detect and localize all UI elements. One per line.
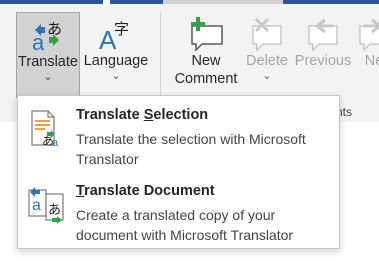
svg-text:あ: あ (48, 203, 61, 218)
new-comment-label-1: New (191, 53, 221, 69)
delete-comment-button[interactable]: Delete ⌄ (242, 12, 292, 98)
menu-item-translate-selection[interactable]: あ a Translate Selection Translate the se… (18, 98, 339, 168)
chevron-down-icon: ⌄ (111, 70, 121, 82)
translate-document-icon: a あ (28, 187, 64, 224)
translate-dropdown-menu: あ a Translate Selection Translate the se… (17, 95, 340, 249)
next-label: Ne (364, 53, 379, 69)
chevron-down-icon: ⌄ (262, 70, 272, 82)
previous-comment-button[interactable]: Previous (292, 12, 354, 98)
translate-label: Translate (18, 54, 78, 70)
next-comment-icon (359, 18, 379, 52)
language-button[interactable]: A 字 Language ⌄ (83, 12, 149, 98)
svg-text:あ: あ (47, 20, 62, 38)
translate-selection-title: Translate Selection (76, 107, 209, 123)
language-icon: A 字 (99, 20, 129, 52)
chevron-down-icon: ⌄ (43, 71, 53, 83)
previous-label: Previous (294, 53, 352, 69)
delete-comment-icon (252, 17, 282, 52)
translate-document-title: Translate Document (76, 183, 215, 199)
new-comment-icon (191, 17, 223, 52)
new-comment-label-2: Comment (174, 71, 238, 87)
translate-selection-icon: あ a (31, 110, 59, 148)
translate-button[interactable]: a あ Translate ⌄ (16, 12, 80, 98)
svg-text:字: 字 (114, 20, 129, 38)
translate-selection-description: Translate the selection with Microsoft T… (76, 131, 306, 167)
svg-text:a: a (32, 197, 41, 214)
previous-comment-icon (308, 18, 338, 52)
new-comment-button[interactable]: New Comment (170, 12, 242, 98)
svg-text:a: a (52, 137, 59, 148)
language-label: Language (83, 53, 149, 69)
menu-item-translate-document[interactable]: a あ Translate Document Create a translat… (18, 174, 339, 244)
translate-document-description: Create a translated copy of your documen… (76, 207, 294, 243)
translate-icon: a あ (32, 20, 62, 53)
next-comment-button[interactable]: Ne (354, 12, 379, 98)
delete-label: Delete (246, 53, 288, 69)
